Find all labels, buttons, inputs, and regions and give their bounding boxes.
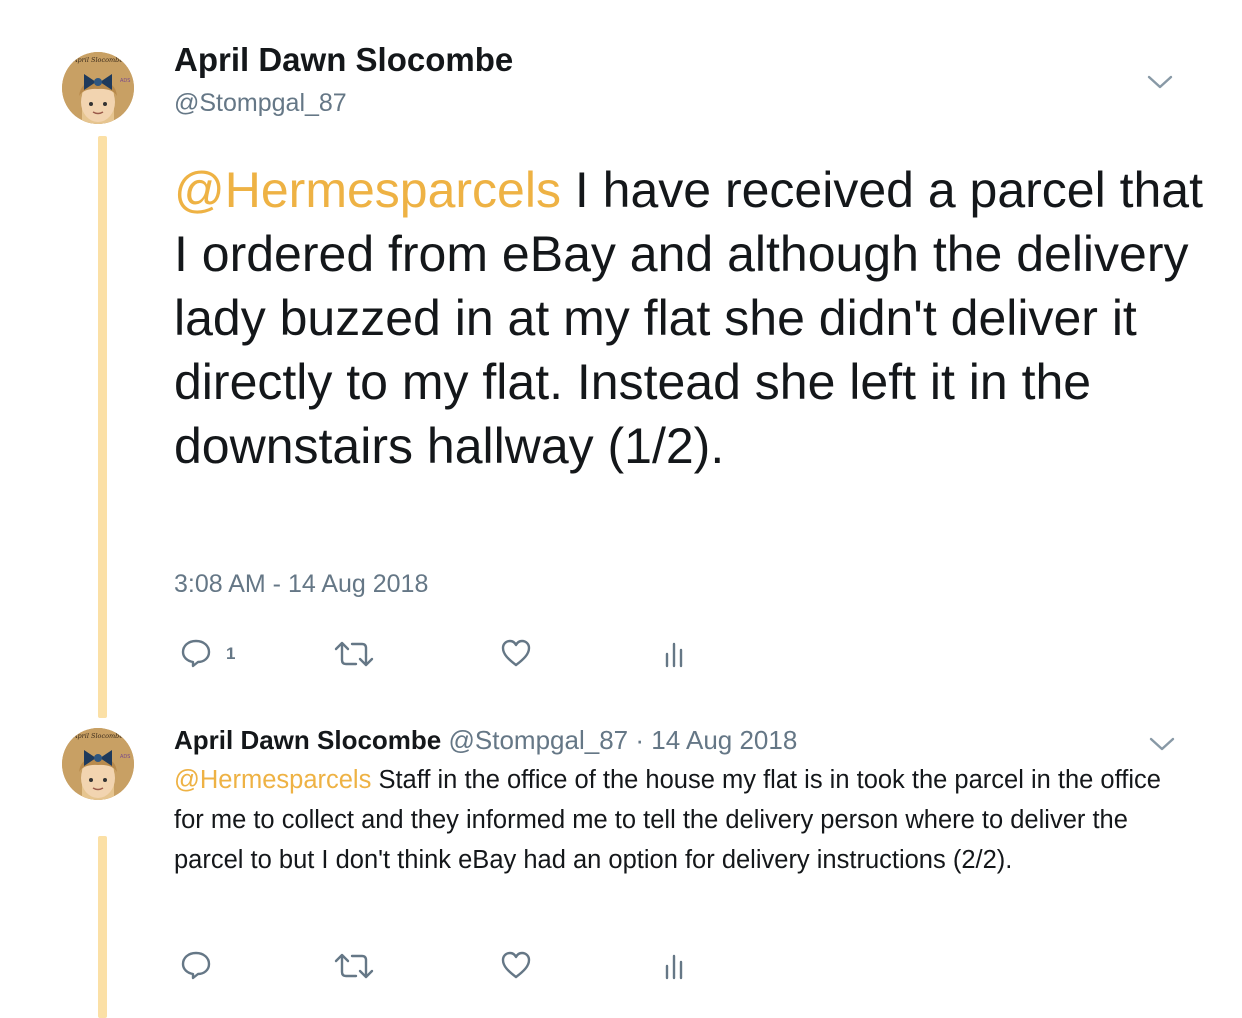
reply-separator: · — [635, 725, 645, 755]
retweet-icon — [334, 641, 374, 667]
reply-reply-button[interactable] — [180, 950, 212, 980]
analytics-button[interactable] — [664, 640, 688, 668]
thread-line-lower — [98, 836, 107, 1018]
reply-author-handle[interactable]: @Stompgal_87 — [449, 725, 629, 755]
avatar[interactable]: April Slocombe ADS — [62, 52, 134, 124]
tweet-text: @Hermesparcels I have received a parcel … — [174, 158, 1204, 478]
avatar-logo-text: April Slocombe — [72, 56, 124, 64]
retweet-icon — [334, 953, 374, 979]
author-name[interactable]: April Dawn Slocombe — [174, 40, 513, 80]
reply-author-name[interactable]: April Dawn Slocombe — [174, 725, 441, 755]
svg-text:ADS: ADS — [120, 754, 130, 760]
tweet-timestamp[interactable]: 3:08 AM - 14 Aug 2018 — [174, 568, 428, 600]
reply-icon — [181, 951, 211, 980]
svg-text:ADS: ADS — [120, 78, 130, 84]
retweet-button[interactable] — [332, 640, 376, 668]
reply-mention-link[interactable]: @Hermesparcels — [174, 766, 371, 794]
heart-icon — [501, 951, 531, 979]
reply-button[interactable]: 1 — [180, 638, 235, 668]
reply-date[interactable]: 14 Aug 2018 — [651, 725, 797, 755]
like-button[interactable] — [500, 638, 532, 668]
reply-icon — [181, 639, 211, 668]
reply-count: 1 — [226, 644, 236, 663]
reply-analytics-button[interactable] — [664, 952, 688, 980]
tweet-options-chevron-icon[interactable] — [1146, 74, 1174, 90]
mention-link[interactable]: @Hermesparcels — [174, 162, 561, 218]
author-handle[interactable]: @Stompgal_87 — [174, 88, 347, 118]
tweet-thread: April Slocombe ADS April Dawn Slocombe @… — [0, 0, 1242, 1018]
analytics-icon — [665, 642, 683, 668]
reply-avatar[interactable]: April Slocombe ADS — [62, 728, 134, 800]
reply-like-button[interactable] — [500, 950, 532, 980]
reply-avatar-logo-text: April Slocombe — [72, 732, 124, 740]
reply-options-chevron-icon[interactable] — [1148, 736, 1176, 752]
thread-line-upper — [98, 136, 107, 718]
reply-tweet-text: @Hermesparcels Staff in the office of th… — [174, 760, 1184, 880]
reply-retweet-button[interactable] — [332, 952, 376, 980]
heart-icon — [501, 639, 531, 667]
reply-header: April Dawn Slocombe @Stompgal_87 · 14 Au… — [174, 724, 797, 756]
analytics-icon — [665, 954, 683, 980]
